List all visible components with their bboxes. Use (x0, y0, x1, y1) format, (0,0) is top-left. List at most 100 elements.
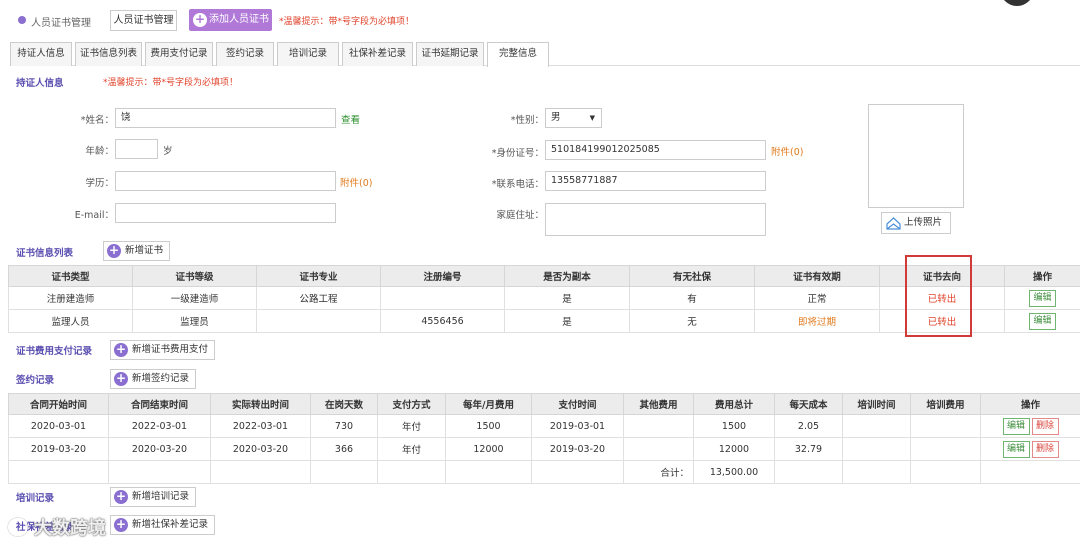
cell (531, 460, 624, 484)
plus-icon: + (114, 342, 128, 357)
cell: 366 (310, 437, 378, 461)
col-header: 证书等级 (132, 265, 257, 287)
validity-status: 正常 (754, 286, 880, 310)
cell: 监理员 (132, 309, 257, 333)
add-person-cert-label: 添加人员证书 (209, 14, 269, 25)
cell: 编辑 删除 (980, 414, 1080, 438)
table-row: 2019-03-20 2020-03-20 2020-03-20 366 年付 … (8, 437, 1080, 461)
address-field[interactable] (545, 203, 766, 236)
col-header: 操作 (980, 393, 1080, 415)
education-attachment-link[interactable]: 附件(0) (340, 175, 372, 189)
email-field[interactable] (115, 203, 336, 223)
cell (842, 414, 911, 438)
col-header: 合同开始时间 (8, 393, 109, 415)
cell (256, 309, 381, 333)
edit-button[interactable]: 编辑 (1029, 312, 1056, 330)
dropdown-arrow-icon: ▼ (589, 114, 595, 122)
tab-holder-info[interactable]: 持证人信息 (10, 42, 72, 66)
delete-button[interactable]: 删除 (1031, 417, 1059, 435)
col-header: 在岗天数 (310, 393, 378, 415)
col-header: 其他费用 (623, 393, 694, 415)
breadcrumb[interactable]: 人员证书管理 (31, 14, 91, 29)
tab-cert-list[interactable]: 证书信息列表 (75, 42, 142, 66)
education-label: 学历： (85, 178, 114, 189)
add-contract-button[interactable]: + 新增签约记录 (110, 369, 197, 389)
col-header: 费用总计 (693, 393, 775, 415)
col-header: 实际转出时间 (210, 393, 311, 415)
corner-decoration (1000, 0, 1034, 6)
cell: 730 (310, 414, 378, 438)
total-value: 13,500.00 (693, 460, 775, 484)
cell: 2019-03-20 (531, 437, 624, 461)
col-header: 每年/月费用 (445, 393, 532, 415)
edit-button[interactable]: 编辑 (1029, 289, 1056, 307)
upload-photo-label: 上传照片 (904, 217, 943, 228)
holder-required-hint: *温馨提示：带*号字段为必填项！ (103, 78, 239, 88)
cell (910, 437, 981, 461)
cell (210, 460, 311, 484)
cell: 32.79 (774, 437, 843, 461)
add-fee-button[interactable]: + 新增证书费用支付 (110, 340, 216, 360)
cell (623, 437, 694, 461)
age-unit: 岁 (163, 146, 173, 157)
cell: 1500 (693, 414, 775, 438)
cell: 2020-03-01 (8, 414, 109, 438)
cell (910, 460, 981, 484)
training-section-title: 培训记录 (16, 493, 55, 504)
cell (980, 460, 1080, 484)
cell: 有 (629, 286, 755, 310)
add-cert-button[interactable]: + 新增证书 (103, 241, 171, 261)
page-tab-button[interactable]: 人员证书管理 (110, 10, 177, 31)
name-field[interactable]: 饶 (115, 108, 336, 128)
col-header: 有无社保 (629, 265, 755, 287)
upload-photo-button[interactable]: 上传照片 (881, 212, 951, 234)
cell: 12000 (445, 437, 532, 461)
cell (377, 460, 446, 484)
cell: 2019-03-01 (531, 414, 624, 438)
contract-table: 合同开始时间 合同结束时间 实际转出时间 在岗天数 支付方式 每年/月费用 支付… (8, 393, 1080, 484)
view-link[interactable]: 查看 (341, 112, 360, 126)
tab-social-security[interactable]: 社保补差记录 (342, 42, 413, 66)
cell: 2020-03-20 (210, 437, 311, 461)
education-field[interactable] (115, 171, 336, 191)
cell: 2019-03-20 (8, 437, 109, 461)
phone-field[interactable]: 13558771887 (545, 171, 766, 191)
tab-fee-records[interactable]: 费用支付记录 (145, 42, 213, 66)
add-fee-label: 新增证书费用支付 (132, 344, 209, 355)
total-row: 合计： 13,500.00 (8, 460, 1080, 484)
id-label: *身份证号： (491, 148, 544, 159)
cert-list-title: 证书信息列表 (16, 248, 74, 259)
col-header: 支付方式 (377, 393, 446, 415)
tab-training[interactable]: 培训记录 (277, 42, 339, 66)
id-number-field[interactable]: 510184199012025085 (545, 140, 766, 160)
cell (774, 460, 843, 484)
cell: 是 (504, 309, 630, 333)
delete-button[interactable]: 删除 (1031, 440, 1059, 458)
add-training-button[interactable]: + 新增培训记录 (110, 487, 197, 507)
cell (8, 460, 109, 484)
add-cert-label: 新增证书 (125, 245, 164, 256)
cell (108, 460, 211, 484)
id-attachment-link[interactable]: 附件(0) (771, 144, 803, 158)
phone-label: *联系电话： (491, 179, 544, 190)
plus-icon: + (114, 489, 128, 504)
fee-section-title: 证书费用支付记录 (16, 346, 93, 357)
tab-full-info[interactable]: 完整信息 (487, 42, 549, 67)
edit-button[interactable]: 编辑 (1002, 440, 1030, 458)
name-label: *姓名： (80, 115, 114, 126)
add-training-label: 新增培训记录 (132, 491, 190, 502)
tab-cert-extension[interactable]: 证书延期记录 (416, 42, 484, 66)
cell: 一级建造师 (132, 286, 257, 310)
add-person-cert-button[interactable]: + 添加人员证书 (189, 9, 272, 31)
plus-icon: + (114, 371, 128, 386)
cell: 年付 (377, 414, 446, 438)
edit-button[interactable]: 编辑 (1002, 417, 1030, 435)
cell (380, 286, 505, 310)
gender-value: 男 (551, 112, 561, 123)
cell: 注册建造师 (8, 286, 133, 310)
gender-select[interactable]: 男 ▼ (545, 108, 602, 128)
col-header: 每天成本 (774, 393, 843, 415)
cell: 编辑 (1004, 309, 1080, 333)
age-field[interactable] (115, 139, 158, 159)
tab-contracts[interactable]: 签约记录 (216, 42, 274, 66)
